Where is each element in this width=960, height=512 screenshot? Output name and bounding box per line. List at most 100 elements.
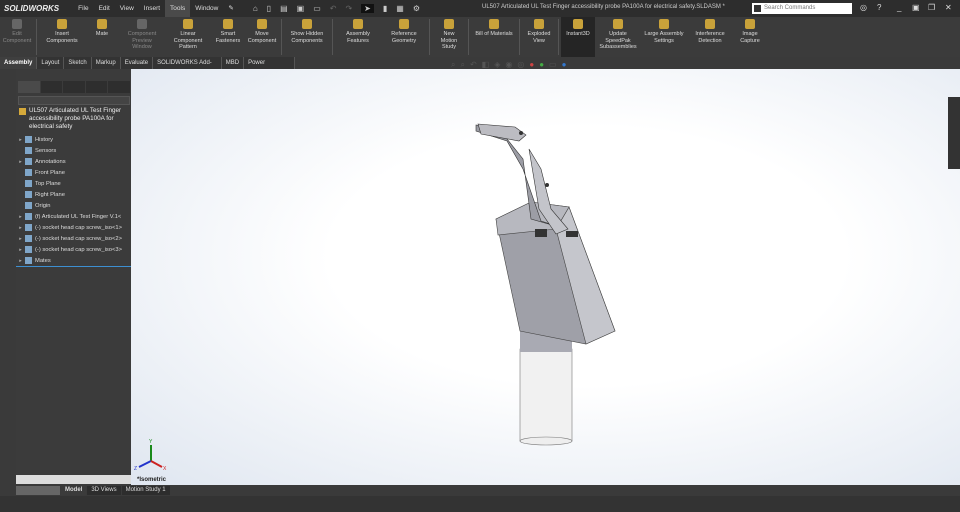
ribbon-insert-components-button[interactable]: Insert Components [39, 17, 85, 57]
ribbon-exploded-view-button[interactable]: Exploded View [522, 17, 556, 57]
model-viewport: Y Z X [134, 123, 616, 472]
layout-button[interactable]: ▣ [912, 3, 920, 12]
tab-3d-views[interactable]: 3D Views [87, 486, 121, 495]
menu-insert[interactable]: Insert [139, 0, 165, 17]
restore-button[interactable]: ❐ [928, 3, 935, 12]
ribbon-label: Instant3D [566, 31, 590, 37]
tree-root-assembly[interactable]: UL507 Articulated UL Test Finger accessi… [16, 107, 131, 131]
user-icon[interactable]: ◎ [860, 3, 867, 12]
solidworks-logo: SOLIDWORKS [4, 4, 60, 13]
tab-assembly[interactable]: Assembly [0, 57, 38, 69]
menu-view[interactable]: View [115, 0, 139, 17]
ribbon-linear-component-pattern-button[interactable]: Linear Component Pattern [165, 17, 211, 57]
minimize-button[interactable]: _ [897, 3, 901, 12]
close-button[interactable]: ✕ [945, 3, 952, 12]
home-icon[interactable]: ⌂ [253, 4, 258, 13]
configuration-manager-tab[interactable] [63, 81, 85, 93]
ribbon-reference-geometry-button[interactable]: Reference Geometry [381, 17, 427, 57]
ribbon-interference-detection-button[interactable]: Interference Detection [687, 17, 733, 57]
tab-layout[interactable]: Layout [37, 57, 65, 69]
tab-scroll-controls[interactable] [16, 486, 60, 495]
rollback-bar[interactable] [16, 266, 131, 267]
redo-icon[interactable]: ↷ [345, 4, 352, 13]
ribbon-icon [353, 19, 363, 29]
tab-model[interactable]: Model [61, 486, 87, 495]
graphics-area[interactable]: ⌕ ⌕ ↶ ◧ ◈ ◉ ◎ ● ● ▭ ● Y Z X *Isometric [131, 60, 960, 485]
tree-item[interactable]: ▸ (-) socket head cap screw_iso<2> [16, 234, 131, 245]
expand-arrow-icon[interactable]: ▸ [16, 157, 25, 168]
tree-filter[interactable] [18, 96, 130, 105]
ribbon-smart-fasteners-button[interactable]: Smart Fasteners [211, 17, 245, 57]
tree-item[interactable]: ▸ Annotations [16, 157, 131, 168]
tab-sketch[interactable]: Sketch [64, 57, 92, 69]
tree-item[interactable]: ▸ History [16, 135, 131, 146]
tree-item-icon [25, 179, 32, 187]
ribbon-component-preview-window-button[interactable]: Component Preview Window [119, 17, 165, 57]
tab-evaluate[interactable]: Evaluate [121, 57, 154, 69]
ribbon-edit-component-button[interactable]: Edit Component [0, 17, 34, 57]
pin-icon[interactable]: ✎ [223, 0, 238, 17]
menu-file[interactable]: File [73, 0, 93, 17]
ribbon-label: Reference Geometry [391, 31, 417, 44]
tree-item[interactable]: Top Plane [16, 179, 131, 190]
menu-edit[interactable]: Edit [94, 0, 115, 17]
expand-arrow-icon[interactable]: ▸ [16, 245, 25, 256]
undo-icon[interactable]: ↶ [330, 4, 337, 13]
open-icon[interactable]: ▤ [280, 4, 288, 13]
expand-arrow-icon[interactable]: ▸ [16, 223, 25, 234]
search-commands-input[interactable]: Search Commands [752, 3, 852, 14]
task-pane-tabs[interactable] [948, 97, 960, 169]
save-icon[interactable]: ▣ [297, 4, 305, 13]
tree-item[interactable]: Right Plane [16, 190, 131, 201]
tree-item-icon [25, 245, 32, 253]
display-manager-tab[interactable] [108, 81, 130, 93]
feature-tree-tab[interactable] [18, 81, 40, 93]
ribbon-separator [332, 19, 333, 55]
select-icon[interactable]: ➤ [361, 4, 374, 13]
tree-item[interactable]: Origin [16, 201, 131, 212]
tree-item-icon [25, 146, 32, 154]
tab-solidworks-add-ins[interactable]: SOLIDWORKS Add-Ins [153, 57, 222, 78]
tab-markup[interactable]: Markup [92, 57, 121, 69]
ribbon-update-speedpak-subassemblies-button[interactable]: Update SpeedPak Subassemblies [595, 17, 641, 57]
tree-item[interactable]: Sensors [16, 146, 131, 157]
tree-horizontal-scrollbar[interactable] [16, 475, 131, 484]
tree-item[interactable]: ▸ (f) Articulated UL Test Finger V.1< [16, 212, 131, 223]
ribbon-label: Linear Component Pattern [173, 31, 203, 50]
tab-power-surfacing[interactable]: Power Surfacing [244, 57, 295, 78]
tab-motion-study-1[interactable]: Motion Study 1 [121, 486, 170, 495]
expand-arrow-icon[interactable]: ▸ [16, 234, 25, 245]
tree-item[interactable]: Front Plane [16, 168, 131, 179]
ribbon-assembly-features-button[interactable]: Assembly Features [335, 17, 381, 57]
menu-tools[interactable]: Tools [165, 0, 191, 17]
ribbon-icon [745, 19, 755, 29]
rebuild-icon[interactable]: ▮ [383, 4, 387, 13]
options-gear-icon[interactable]: ⚙ [413, 4, 420, 13]
ribbon-image-capture-button[interactable]: Image Capture [733, 17, 767, 57]
ribbon-icon [183, 19, 193, 29]
ribbon-icon [57, 19, 67, 29]
ribbon-label: Insert Components [46, 31, 78, 44]
property-manager-tab[interactable] [40, 81, 63, 93]
command-tabs: Assembly Layout Sketch Markup Evaluate SOLIDW… [0, 57, 295, 78]
help-icon[interactable]: ? [877, 3, 881, 12]
dimxpert-tab[interactable] [85, 81, 108, 93]
ribbon-instant3d-button[interactable]: Instant3D [561, 17, 595, 57]
tree-item[interactable]: ▸ (-) socket head cap screw_iso<1> [16, 223, 131, 234]
bottom-tabs: Model 3D Views Motion Study 1 [16, 486, 216, 495]
file-properties-icon[interactable]: ▦ [396, 4, 404, 13]
ribbon-new-motion-study-button[interactable]: New Motion Study [432, 17, 466, 57]
ribbon-show-hidden-components-button[interactable]: Show Hidden Components [284, 17, 330, 57]
menu-window[interactable]: Window [190, 0, 223, 17]
ribbon-large-assembly-settings-button[interactable]: Large Assembly Settings [641, 17, 687, 57]
ribbon-move-component-button[interactable]: Move Component [245, 17, 279, 57]
print-icon[interactable]: ▭ [313, 4, 321, 13]
ribbon-bill-of-materials-button[interactable]: Bill of Materials [471, 17, 517, 57]
ribbon-icon [444, 19, 454, 29]
expand-arrow-icon[interactable]: ▸ [16, 212, 25, 223]
tab-mbd[interactable]: MBD [222, 57, 245, 69]
ribbon-mate-button[interactable]: Mate [85, 17, 119, 57]
expand-arrow-icon[interactable]: ▸ [16, 135, 25, 146]
new-document-icon[interactable]: ▯ [267, 4, 271, 13]
tree-item[interactable]: ▸ (-) socket head cap screw_iso<3> [16, 245, 131, 256]
